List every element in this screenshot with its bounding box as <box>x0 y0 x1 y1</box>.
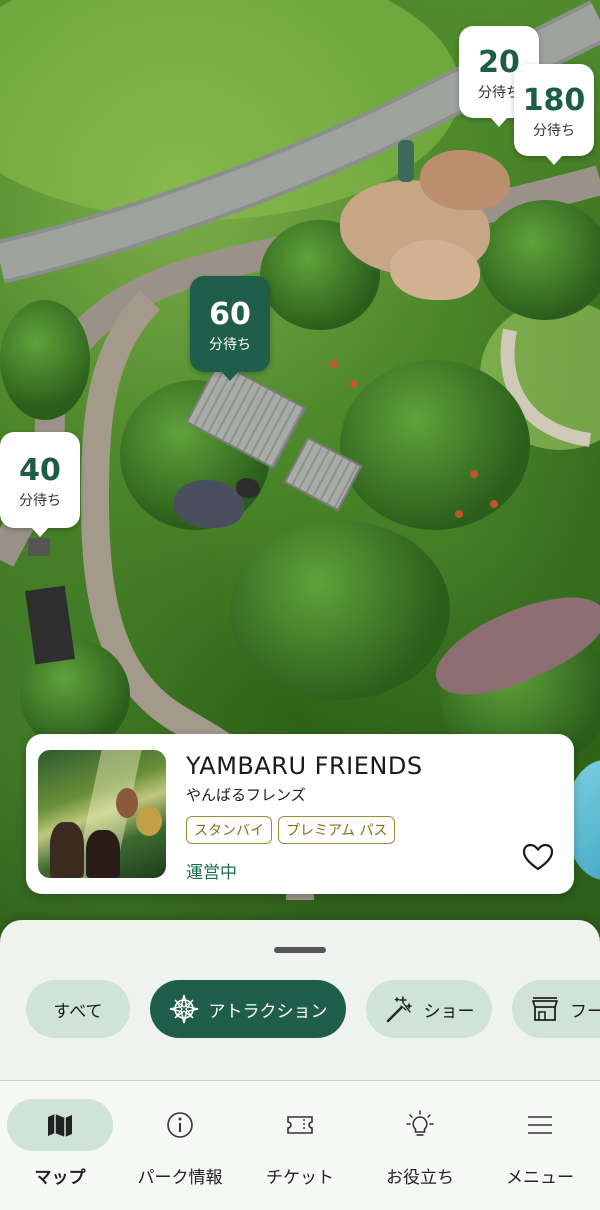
tab-icon-area <box>127 1099 233 1151</box>
flower-bed <box>470 470 478 478</box>
tab-label: チケット <box>266 1168 334 1188</box>
yambaru-rail-head <box>236 478 260 498</box>
chip-label: ショー <box>423 1001 475 1022</box>
tab-menu[interactable]: メニュー <box>480 1099 600 1199</box>
tab-helpful[interactable]: お役立ち <box>360 1099 480 1199</box>
attraction-title: YAMBARU FRIENDS <box>186 752 423 780</box>
filter-sheet[interactable]: すべて アトラクション ショー フー <box>0 920 600 1080</box>
attraction-subtitle: やんばるフレンズ <box>186 786 306 804</box>
wait-time-pin[interactable]: 180 分待ち <box>514 64 594 165</box>
ticket-icon <box>287 1116 313 1134</box>
tab-map[interactable]: マップ <box>0 1099 120 1199</box>
wait-minutes: 40 <box>19 453 61 488</box>
flower-bed <box>330 360 338 368</box>
standby-tag: スタンバイ <box>186 816 272 844</box>
tree-cluster <box>230 520 450 700</box>
chip-label: すべて <box>53 1001 103 1022</box>
attraction-tags: スタンバイ プレミアム パス <box>186 816 396 844</box>
wait-unit: 分待ち <box>19 493 61 509</box>
filter-chip-show[interactable]: ショー <box>366 980 492 1038</box>
filter-chip-food[interactable]: フー <box>512 980 600 1038</box>
tab-icon-area <box>247 1099 353 1151</box>
wait-time-pin[interactable]: 40 分待ち <box>0 432 80 537</box>
compass-star-icon <box>169 994 198 1024</box>
filter-chip-attraction[interactable]: アトラクション <box>150 980 346 1038</box>
wait-time-pin-selected[interactable]: 60 分待ち <box>190 276 270 381</box>
wait-minutes: 60 <box>209 297 251 332</box>
thumbnail-bird <box>116 788 138 818</box>
category-filter-chips: すべて アトラクション ショー フー <box>26 980 600 1040</box>
wait-minutes: 180 <box>522 83 586 118</box>
tree-cluster <box>0 300 90 420</box>
attraction-thumbnail <box>38 750 166 878</box>
chip-label: フー <box>570 1001 600 1022</box>
menu-icon <box>528 1116 552 1134</box>
tab-label: マップ <box>34 1168 86 1188</box>
facility-building[interactable] <box>28 538 50 556</box>
tab-ticket[interactable]: チケット <box>240 1099 360 1199</box>
flower-bed <box>350 380 358 388</box>
thumbnail-child <box>50 822 84 878</box>
operation-status: 運営中 <box>186 863 237 883</box>
attraction-card[interactable]: YAMBARU FRIENDS やんばるフレンズ スタンバイ プレミアム パス … <box>26 734 574 894</box>
lightbulb-icon <box>406 1110 434 1136</box>
sparkle-wand-icon <box>386 996 412 1023</box>
tab-icon-area <box>487 1099 593 1151</box>
tab-label: メニュー <box>506 1168 574 1188</box>
tab-icon-area <box>367 1099 473 1151</box>
wait-unit: 分待ち <box>209 337 251 353</box>
premium-pass-tag: プレミアム パス <box>278 816 396 844</box>
chip-label: アトラクション <box>208 1001 328 1022</box>
filter-chip-all[interactable]: すべて <box>26 980 130 1038</box>
tree-cluster <box>480 200 600 320</box>
storefront-icon <box>532 997 558 1021</box>
rider-figure <box>398 140 414 182</box>
thumbnail-creature <box>136 806 162 836</box>
map-icon <box>48 1114 72 1137</box>
heart-outline-icon[interactable] <box>522 842 554 872</box>
flower-bed <box>455 510 463 518</box>
tree-cluster <box>340 360 530 530</box>
bottom-tab-bar: マップ パーク情報 チケット お役立ち メニュー <box>0 1080 600 1210</box>
tab-label: パーク情報 <box>137 1168 223 1188</box>
wait-unit: 分待ち <box>533 123 575 139</box>
tab-park-info[interactable]: パーク情報 <box>120 1099 240 1199</box>
sheet-drag-handle[interactable] <box>274 947 326 953</box>
tab-active-indicator <box>7 1099 113 1151</box>
info-icon <box>167 1112 193 1138</box>
tab-label: お役立ち <box>386 1168 454 1188</box>
flower-bed <box>490 500 498 508</box>
thumbnail-child <box>86 830 120 878</box>
